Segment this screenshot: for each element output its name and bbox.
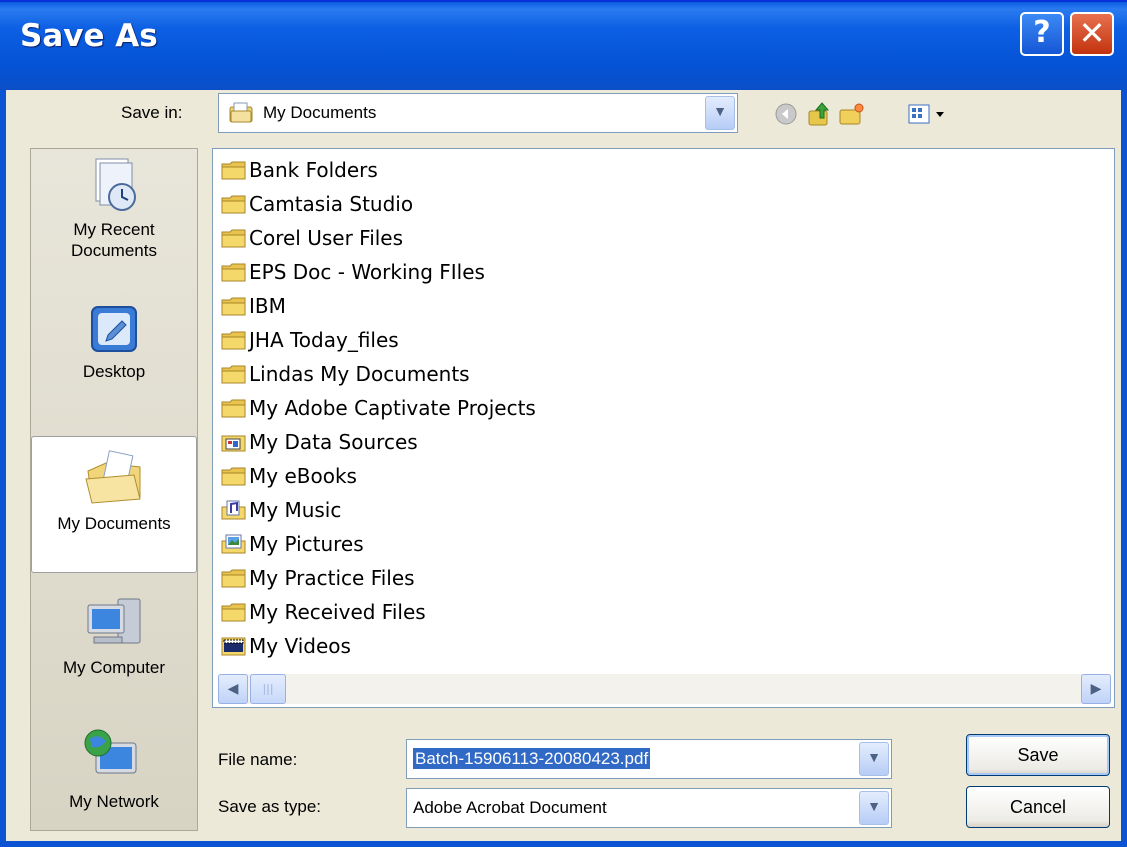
- file-list-item-label: My eBooks: [249, 463, 357, 488]
- file-list-item[interactable]: My eBooks: [221, 459, 357, 492]
- scroll-right-button[interactable]: ▶: [1081, 674, 1111, 704]
- folder-icon: [221, 227, 249, 249]
- save-in-dropdown[interactable]: My Documents ▼: [218, 93, 738, 133]
- scroll-left-button[interactable]: ◀: [218, 674, 248, 704]
- folder-icon: [221, 601, 249, 623]
- file-list-item[interactable]: Lindas My Documents: [221, 357, 470, 390]
- folder-icon: [221, 465, 249, 487]
- folder-icon: [221, 397, 249, 419]
- help-button[interactable]: ?: [1020, 12, 1064, 56]
- file-list-item[interactable]: JHA Today_files: [221, 323, 399, 356]
- file-list-item[interactable]: My Videos: [221, 629, 351, 662]
- place-my-recent-documents[interactable]: My Recent Documents: [31, 155, 197, 261]
- window-frame-right: [1121, 90, 1127, 847]
- close-button[interactable]: ✕: [1070, 12, 1114, 56]
- window-frame-left: [0, 90, 6, 847]
- up-folder-icon[interactable]: [806, 100, 834, 128]
- file-list-item[interactable]: Corel User Files: [221, 221, 403, 254]
- file-name-input[interactable]: Batch-15906113-20080423.pdf: [413, 748, 651, 769]
- scroll-thumb[interactable]: |||: [250, 674, 286, 704]
- data-sources-folder-icon: [221, 431, 249, 453]
- file-list-item[interactable]: My Practice Files: [221, 561, 415, 594]
- place-label: My Recent: [73, 220, 155, 239]
- file-list-item[interactable]: My Music: [221, 493, 341, 526]
- file-list-item[interactable]: My Data Sources: [221, 425, 418, 458]
- my-network-icon: [84, 729, 137, 774]
- title-bar[interactable]: Save As ? ✕: [0, 0, 1127, 90]
- file-list[interactable]: Bank Folders Camtasia Studio Corel User Fi…: [212, 148, 1115, 708]
- file-list-item-label: My Adobe Captivate Projects: [249, 395, 536, 420]
- file-list-item[interactable]: My Adobe Captivate Projects: [221, 391, 536, 424]
- file-list-item-label: Bank Folders: [249, 157, 378, 182]
- videos-folder-icon: [221, 635, 249, 657]
- file-list-item[interactable]: Camtasia Studio: [221, 187, 413, 220]
- window-frame-bottom: [0, 841, 1127, 847]
- file-list-item[interactable]: My Pictures: [221, 527, 364, 560]
- place-label: Documents: [71, 241, 157, 260]
- file-list-item[interactable]: EPS Doc - Working FIles: [221, 255, 485, 288]
- file-list-item-label: My Videos: [249, 633, 351, 658]
- save-as-type-label: Save as type:: [218, 797, 322, 816]
- place-desktop[interactable]: Desktop: [31, 301, 197, 382]
- file-list-item-label: Corel User Files: [249, 225, 404, 250]
- file-list-item[interactable]: Bank Folders: [221, 153, 378, 186]
- place-my-network[interactable]: My Network: [31, 727, 197, 812]
- my-documents-folder-icon: [85, 450, 141, 504]
- my-computer-icon: [87, 598, 141, 644]
- place-my-documents[interactable]: My Documents: [31, 436, 197, 573]
- folder-icon: [221, 261, 249, 283]
- file-list-item-label: My Pictures: [249, 531, 364, 556]
- file-list-item-label: My Music: [249, 497, 342, 522]
- file-list-item[interactable]: My Received Files: [221, 595, 426, 628]
- desktop-icon: [91, 306, 137, 352]
- file-list-item[interactable]: IBM: [221, 289, 286, 322]
- file-list-item-label: JHA Today_files: [249, 327, 399, 352]
- folder-icon: [221, 567, 249, 589]
- cancel-button[interactable]: Cancel: [966, 786, 1110, 828]
- places-bar: My Recent Documents Desktop My Documents: [30, 148, 198, 831]
- place-my-computer[interactable]: My Computer: [31, 593, 197, 678]
- file-name-dropdown-arrow[interactable]: ▼: [859, 742, 889, 776]
- place-label: Desktop: [82, 362, 146, 381]
- file-list-item-label: Camtasia Studio: [249, 191, 414, 216]
- my-documents-icon: [229, 102, 253, 123]
- folder-icon: [221, 295, 249, 317]
- file-name-combobox[interactable]: Batch-15906113-20080423.pdf ▼: [406, 739, 892, 779]
- recent-documents-icon: [95, 158, 136, 211]
- music-folder-icon: [221, 499, 249, 521]
- save-as-type-value: Adobe Acrobat Document: [413, 798, 607, 817]
- views-menu-icon[interactable]: [906, 100, 950, 128]
- new-folder-icon[interactable]: [838, 100, 866, 128]
- file-list-item-label: My Practice Files: [249, 565, 415, 590]
- save-as-type-dropdown[interactable]: Adobe Acrobat Document ▼: [406, 788, 892, 828]
- pictures-folder-icon: [221, 533, 249, 555]
- save-button[interactable]: Save: [966, 734, 1110, 776]
- folder-icon: [221, 363, 249, 385]
- horizontal-scrollbar[interactable]: ◀ ||| ▶: [218, 674, 1111, 704]
- window-title: Save As: [20, 18, 158, 54]
- file-list-item-label: EPS Doc - Working FIles: [249, 259, 485, 284]
- place-label: My Computer: [62, 658, 166, 677]
- file-name-label: File name:: [218, 750, 298, 769]
- place-label: My Network: [69, 792, 159, 811]
- save-in-value: My Documents: [263, 103, 377, 122]
- back-icon[interactable]: [772, 100, 800, 128]
- save-in-dropdown-arrow[interactable]: ▼: [705, 96, 735, 130]
- place-label: My Documents: [57, 514, 171, 533]
- save-as-dialog: Save As ? ✕ Save in: My Documents ▼ My R…: [0, 0, 1127, 847]
- file-list-item-label: My Data Sources: [249, 429, 418, 454]
- file-list-item-label: My Received Files: [249, 599, 426, 624]
- save-as-type-dropdown-arrow[interactable]: ▼: [859, 791, 889, 825]
- save-in-label: Save in:: [121, 103, 183, 122]
- folder-icon: [221, 159, 249, 181]
- file-list-item-label: IBM: [249, 293, 286, 318]
- folder-icon: [221, 193, 249, 215]
- folder-icon: [221, 329, 249, 351]
- file-list-item-label: Lindas My Documents: [249, 361, 470, 386]
